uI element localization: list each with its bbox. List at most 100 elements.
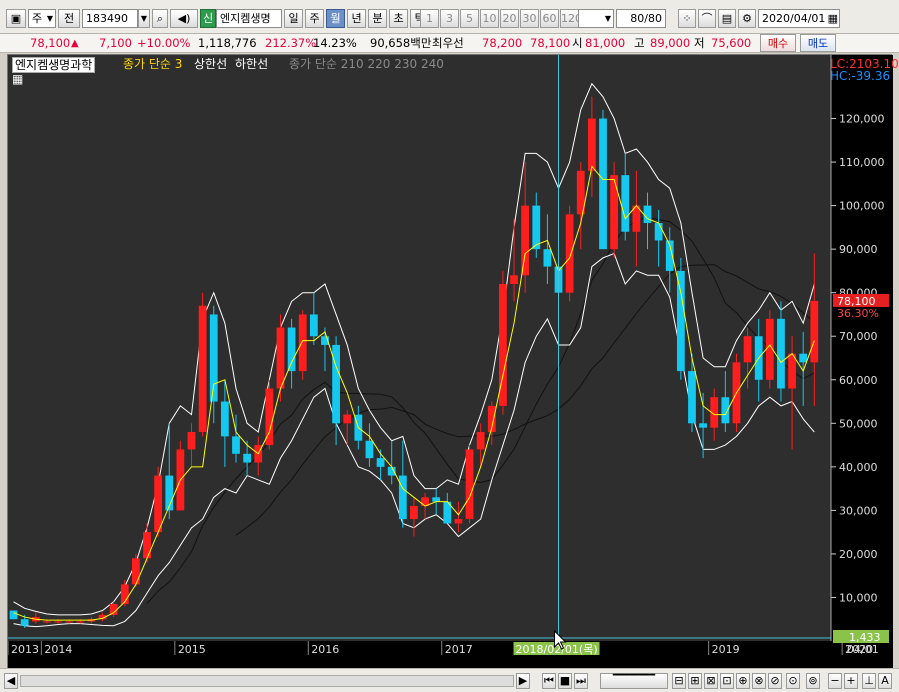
scroll-right-icon[interactable]: ▶ bbox=[516, 673, 530, 689]
zoom-in-icon[interactable]: + bbox=[844, 673, 858, 689]
date-value: 2020/04/01 bbox=[762, 12, 826, 25]
candle-body bbox=[676, 270, 685, 372]
sell-button[interactable]: 매도 bbox=[800, 34, 836, 52]
count-tab-5[interactable]: 5 bbox=[460, 9, 479, 28]
period-tab-4[interactable]: 분 bbox=[368, 9, 387, 28]
chart-type8-icon[interactable]: ⊙ bbox=[786, 673, 800, 689]
price-change: 7,100 bbox=[99, 36, 132, 50]
period-tab-5[interactable]: 초 bbox=[389, 9, 408, 28]
low-label: 저 bbox=[694, 36, 705, 50]
prev-button[interactable]: 전 bbox=[58, 9, 80, 28]
count-tab-20[interactable]: 20 bbox=[500, 9, 519, 28]
candle-body bbox=[621, 175, 630, 232]
stop-icon[interactable]: ■ bbox=[558, 673, 572, 689]
period-tab-3[interactable]: 년 bbox=[347, 9, 366, 28]
candle-body bbox=[521, 205, 530, 276]
chart-type9-icon[interactable]: ⊚ bbox=[806, 673, 820, 689]
grid-icon[interactable]: ⁘ bbox=[678, 9, 696, 28]
first-icon[interactable]: ⏮ bbox=[542, 673, 556, 689]
x-year-label: 2016 bbox=[311, 643, 339, 656]
date-input[interactable]: 2020/04/01 ▦ bbox=[758, 9, 840, 28]
candle-body bbox=[287, 327, 296, 372]
best-quote-label: 최우선 bbox=[432, 36, 464, 50]
chart-type2-icon[interactable]: ⊞ bbox=[688, 673, 702, 689]
count-select[interactable]: ▼ bbox=[578, 9, 614, 28]
count-tab-3[interactable]: 3 bbox=[440, 9, 459, 28]
candle-body bbox=[799, 353, 808, 363]
y-tick-label: 10,000 bbox=[839, 591, 878, 604]
candle-body bbox=[43, 621, 51, 623]
count-tab-10[interactable]: 10 bbox=[480, 9, 499, 28]
chart-type1-icon[interactable]: ⊟ bbox=[672, 673, 686, 689]
period-tab-1[interactable]: 주 bbox=[305, 9, 324, 28]
chart-scrollbar: ◀ ▶ ⏮ ■ ⏭ ▔▔▔▔▔ ⊟ ⊞ ⊠ ⊡ ⊕ ⊗ ⊘ ⊙ ⊚ − + ⊥ … bbox=[0, 668, 899, 692]
chart-plot-area bbox=[8, 55, 831, 641]
candle-body bbox=[376, 458, 385, 467]
count-display: 80/80 bbox=[616, 9, 666, 28]
best-bid: 78,100 bbox=[530, 36, 571, 50]
y-tick-label: 110,000 bbox=[839, 156, 885, 169]
calendar-icon[interactable]: ▦ bbox=[828, 10, 838, 27]
gear-icon[interactable]: ⚙ bbox=[738, 9, 756, 28]
save-icon[interactable]: ▤ bbox=[718, 9, 736, 28]
buy-button[interactable]: 매수 bbox=[760, 34, 796, 52]
price-change-pct: +10.00% bbox=[137, 36, 191, 50]
count-tab-30[interactable]: 30 bbox=[520, 9, 539, 28]
y-tick-label: 100,000 bbox=[839, 200, 885, 213]
legend-stock-name: 엔지켐생명과학 bbox=[12, 57, 96, 73]
candle-body bbox=[198, 305, 207, 433]
volume-value: 1,118,776 bbox=[198, 36, 257, 50]
last-icon[interactable]: ⏭ bbox=[574, 673, 588, 689]
stock-code-input[interactable]: 183490 bbox=[82, 9, 138, 28]
candle-body bbox=[187, 432, 196, 450]
chart-type7-icon[interactable]: ⊘ bbox=[768, 673, 782, 689]
y-tick-label: 30,000 bbox=[839, 504, 878, 517]
scroll-left-icon[interactable]: ◀ bbox=[4, 673, 18, 689]
candle-body bbox=[410, 506, 418, 520]
chart-type6-icon[interactable]: ⊗ bbox=[752, 673, 766, 689]
chart-type4-icon[interactable]: ⊡ bbox=[720, 673, 734, 689]
search-icon[interactable]: ⌕ bbox=[152, 9, 168, 28]
period-tab-2[interactable]: 월 bbox=[326, 9, 345, 28]
zoom-slider[interactable]: ▔▔▔▔▔ bbox=[600, 673, 668, 689]
new-badge[interactable]: 신 bbox=[200, 9, 216, 28]
table-icon[interactable]: ▦ bbox=[12, 72, 23, 86]
chart-type5-icon[interactable]: ⊕ bbox=[736, 673, 750, 689]
candle-body bbox=[465, 449, 474, 520]
y-tick-label: 120,000 bbox=[839, 113, 885, 126]
candle-body bbox=[54, 621, 62, 623]
count-tab-60[interactable]: 60 bbox=[540, 9, 559, 28]
turnover-rate: 14.23% bbox=[313, 36, 357, 50]
stock-code-dropdown-icon[interactable]: ▼ bbox=[138, 9, 150, 28]
reset-icon[interactable]: ⊥ bbox=[862, 673, 876, 689]
price-chart[interactable]: 10,000 20,000 30,000 40,000 50,000 60,000 70,0… bbox=[7, 54, 899, 669]
stock-name-field: 엔지켐생명 bbox=[216, 9, 282, 28]
last-pct-text: 36.30% bbox=[837, 307, 879, 320]
scroll-track[interactable] bbox=[20, 675, 514, 687]
candle-body bbox=[565, 214, 574, 293]
chart-canvas[interactable]: 10,000 20,000 30,000 40,000 50,000 60,000 70,0… bbox=[8, 55, 893, 669]
candle-body bbox=[276, 327, 285, 389]
candle-body bbox=[699, 423, 707, 428]
candle-body bbox=[65, 621, 74, 623]
window-menu-icon[interactable]: ▣ bbox=[6, 9, 26, 28]
speaker-icon[interactable]: ◀) bbox=[170, 9, 198, 28]
candle-body bbox=[777, 318, 785, 389]
count-tab-120[interactable]: 120 bbox=[560, 9, 579, 28]
candle-body bbox=[132, 558, 140, 585]
candle-body bbox=[154, 475, 163, 533]
y-tick-label: 50,000 bbox=[839, 417, 878, 430]
trade-amount: 90,658백만 bbox=[370, 36, 432, 50]
candle-body bbox=[532, 205, 541, 250]
chart-line-icon[interactable]: ⌒ bbox=[698, 9, 716, 28]
chart-type3-icon[interactable]: ⊠ bbox=[704, 673, 718, 689]
period-code-select[interactable]: 주 ▼ bbox=[28, 9, 56, 28]
quote-bar: 78,100 ▲ 7,100 +10.00% 1,118,776 212.37%… bbox=[0, 34, 899, 53]
period-code-value: 주 bbox=[32, 12, 43, 25]
period-tab-0[interactable]: 일 bbox=[284, 9, 303, 28]
zoom-out-icon[interactable]: − bbox=[828, 673, 842, 689]
count-tab-1[interactable]: 1 bbox=[420, 9, 439, 28]
hc-readout: HC:-39.36 bbox=[830, 69, 891, 83]
text-icon[interactable]: A bbox=[878, 673, 892, 689]
candle-body bbox=[587, 118, 596, 171]
